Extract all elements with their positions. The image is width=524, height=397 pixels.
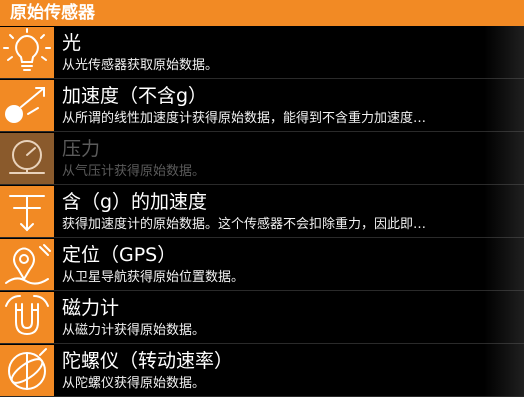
sensor-description: 从磁力计获得原始数据。 [62, 323, 206, 338]
gravity-arrow-icon [0, 186, 54, 237]
sensor-description: 获得加速度计的原始数据。这个传感器不会扣除重力，因此即… [62, 217, 427, 232]
sensor-description: 从陀螺仪获得原始数据。 [62, 376, 206, 391]
sensor-title: 磁力计 [62, 297, 120, 319]
sensor-description: 从气压计获得原始数据。 [62, 164, 206, 179]
acceleration-icon [0, 80, 54, 131]
sensor-title: 陀螺仪（转动速率） [62, 350, 234, 372]
sensor-item-linear-acceleration[interactable]: 加速度（不含g） 从所谓的线性加速度计获得原始数据，能得到不含重力加速度… [0, 79, 524, 132]
sensor-title: 含（g）的加速度 [62, 191, 208, 213]
section-header: 原始传感器 [0, 0, 524, 26]
sensor-item-gps[interactable]: 定位（GPS） 从卫星导航获得原始位置数据。 [0, 238, 524, 291]
pressure-gauge-icon [0, 133, 54, 184]
gyroscope-icon [0, 345, 54, 396]
sensor-title: 光 [62, 32, 82, 54]
sensor-item-magnetometer[interactable]: 磁力计 从磁力计获得原始数据。 [0, 291, 524, 344]
gps-pin-icon [0, 239, 54, 290]
sensor-item-light[interactable]: 光 从光传感器获取原始数据。 [0, 26, 524, 79]
sensor-description: 从光传感器获取原始数据。 [62, 58, 219, 73]
lightbulb-icon [0, 27, 54, 78]
sensor-title: 加速度（不含g） [62, 85, 208, 107]
sensor-title: 压力 [62, 138, 101, 160]
sensor-title: 定位（GPS） [62, 244, 177, 266]
sensor-item-pressure[interactable]: 压力 从气压计获得原始数据。 [0, 132, 524, 185]
sensor-description: 从所谓的线性加速度计获得原始数据，能得到不含重力加速度… [62, 111, 427, 126]
sensor-item-gyroscope[interactable]: 陀螺仪（转动速率） 从陀螺仪获得原始数据。 [0, 344, 524, 397]
sensor-list: 光 从光传感器获取原始数据。 加速度（不含g） 从所谓的线性加速度计获得原始数据… [0, 26, 524, 397]
sensor-item-acceleration-with-g[interactable]: 含（g）的加速度 获得加速度计的原始数据。这个传感器不会扣除重力，因此即… [0, 185, 524, 238]
sensor-description: 从卫星导航获得原始位置数据。 [62, 270, 245, 285]
magnet-icon [0, 292, 54, 343]
